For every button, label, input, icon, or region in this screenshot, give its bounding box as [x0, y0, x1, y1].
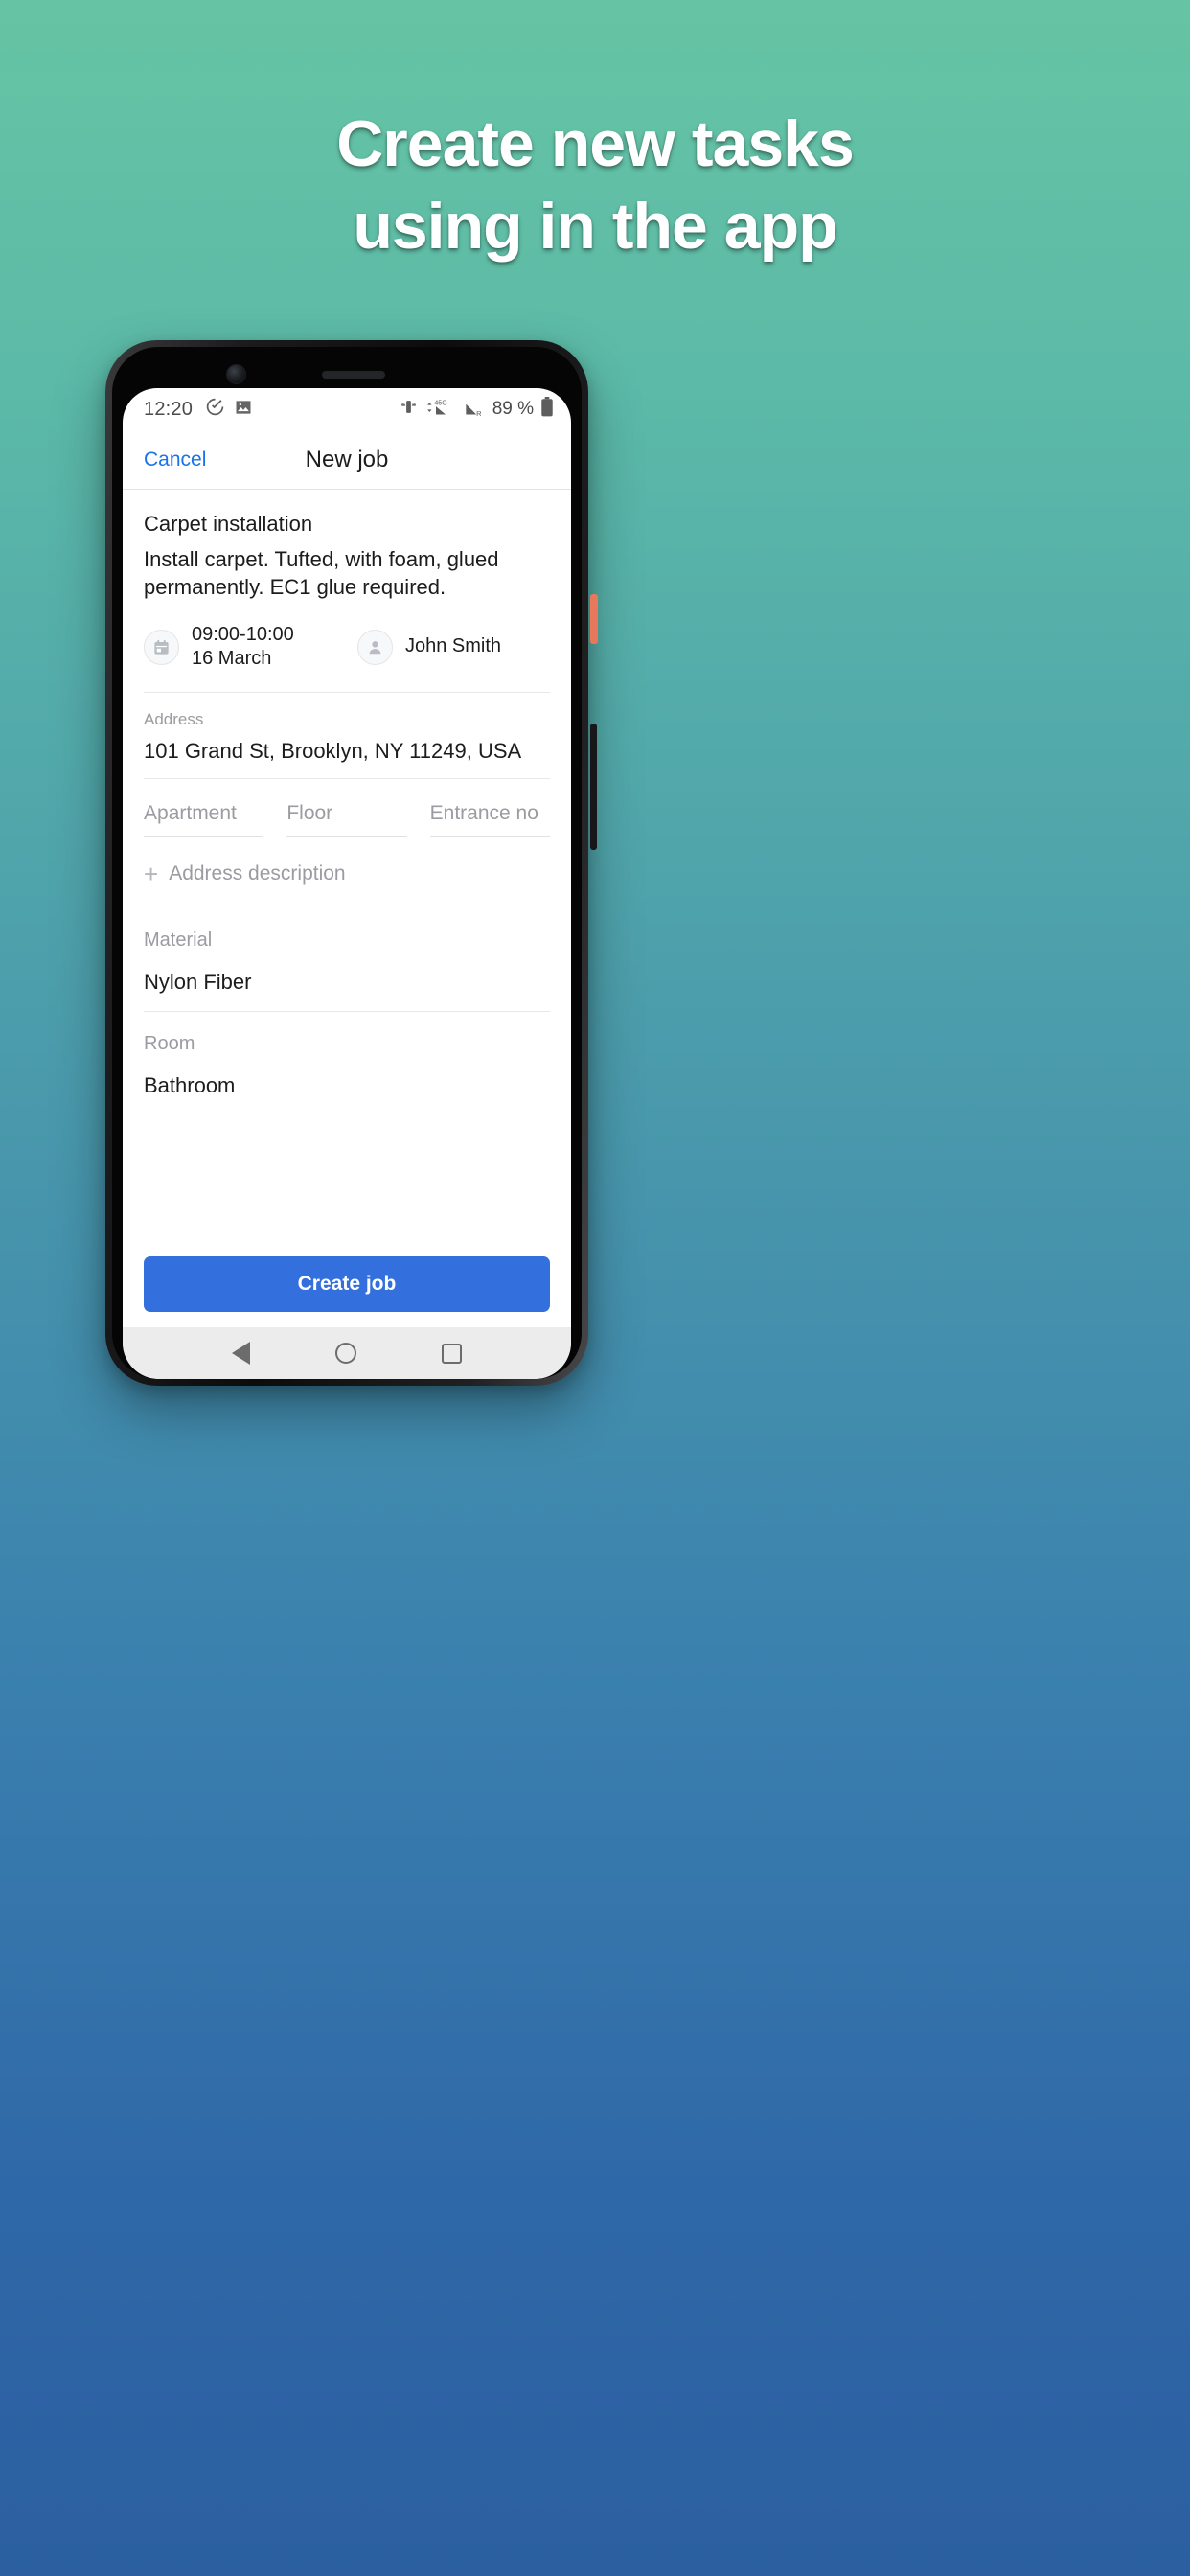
apartment-placeholder: Apartment [144, 802, 264, 837]
battery-full-icon [540, 397, 554, 422]
status-bar: 12:20 45G R 89 % [123, 388, 571, 430]
app-nav-header: Cancel New job [123, 430, 571, 490]
headline-line-1: Create new tasks [336, 107, 855, 180]
phone-bezel: 12:20 45G R 89 % Cancel New job Carpet i… [112, 347, 582, 1379]
assignee-name: John Smith [405, 635, 502, 657]
earpiece-speaker [322, 371, 385, 379]
person-icon [357, 629, 393, 665]
schedule-field[interactable]: 09:00-10:00 16 March [144, 623, 357, 672]
material-value: Nylon Fiber [144, 969, 252, 994]
floor-input[interactable]: Floor [286, 802, 407, 837]
address-label: Address [144, 709, 204, 728]
floor-placeholder: Floor [286, 802, 407, 837]
phone-mockup: 12:20 45G R 89 % Cancel New job Carpet i… [105, 340, 598, 1386]
apartment-input[interactable]: Apartment [144, 802, 264, 837]
job-meta-row: 09:00-10:00 16 March John Smith [144, 623, 550, 693]
schedule-text: 09:00-10:00 16 March [192, 623, 294, 672]
entrance-input[interactable]: Entrance no [429, 802, 550, 837]
calendar-icon [144, 629, 179, 665]
phone-notch [123, 357, 571, 388]
image-icon [234, 398, 253, 422]
job-title: Carpet installation [144, 512, 313, 536]
entrance-placeholder: Entrance no [429, 802, 550, 837]
job-description: Install carpet. Tufted, with foam, glued… [144, 547, 499, 600]
schedule-date: 16 March [192, 648, 272, 670]
address-value: 101 Grand St, Brooklyn, NY 11249, USA [144, 738, 522, 763]
phone-volume-button [590, 724, 597, 850]
material-label: Material [144, 929, 213, 951]
phone-power-button [590, 594, 598, 644]
schedule-time-range: 09:00-10:00 [192, 623, 294, 645]
android-navigation-bar [123, 1327, 571, 1379]
status-bar-indicators: 45G R 89 % [400, 397, 554, 422]
headline-line-2: using in the app [353, 190, 837, 263]
task-check-icon [205, 397, 225, 422]
create-job-button[interactable]: Create job [144, 1256, 550, 1312]
promo-headline: Create new tasks using in the app [0, 111, 1190, 259]
svg-text:45G: 45G [434, 399, 446, 406]
material-field[interactable]: Material Nylon Fiber [144, 908, 550, 1012]
phone-screen: 12:20 45G R 89 % Cancel New job Carpet i… [123, 388, 571, 1379]
status-bar-clock: 12:20 [144, 398, 194, 420]
room-value: Bathroom [144, 1072, 236, 1097]
room-field[interactable]: Room Bathroom [144, 1012, 550, 1116]
home-circle-icon[interactable] [334, 1343, 356, 1364]
room-label: Room [144, 1032, 195, 1054]
status-bar-notifications [205, 397, 253, 422]
address-detail-inputs: Apartment Floor Entrance no [144, 802, 550, 837]
page-title: New job [305, 446, 389, 472]
plus-icon: + [144, 859, 159, 888]
assignee-field[interactable]: John Smith [357, 629, 502, 665]
mobile-network-icon: 45G [424, 398, 457, 422]
roaming-signal-icon: R [464, 398, 486, 422]
add-address-description-label: Address description [169, 862, 346, 885]
cta-container: Create job [123, 1256, 571, 1327]
vibrate-icon [400, 398, 418, 421]
add-address-description-button[interactable]: + Address description [144, 862, 550, 908]
new-job-form: Carpet installation Install carpet. Tuft… [123, 490, 571, 1256]
address-field[interactable]: Address 101 Grand St, Brooklyn, NY 11249… [144, 693, 550, 779]
back-triangle-icon[interactable] [232, 1342, 251, 1365]
svg-text:R: R [476, 409, 482, 417]
battery-percent-label: 89 % [492, 399, 534, 419]
front-camera-icon [226, 364, 246, 384]
recents-square-icon[interactable] [441, 1343, 462, 1364]
